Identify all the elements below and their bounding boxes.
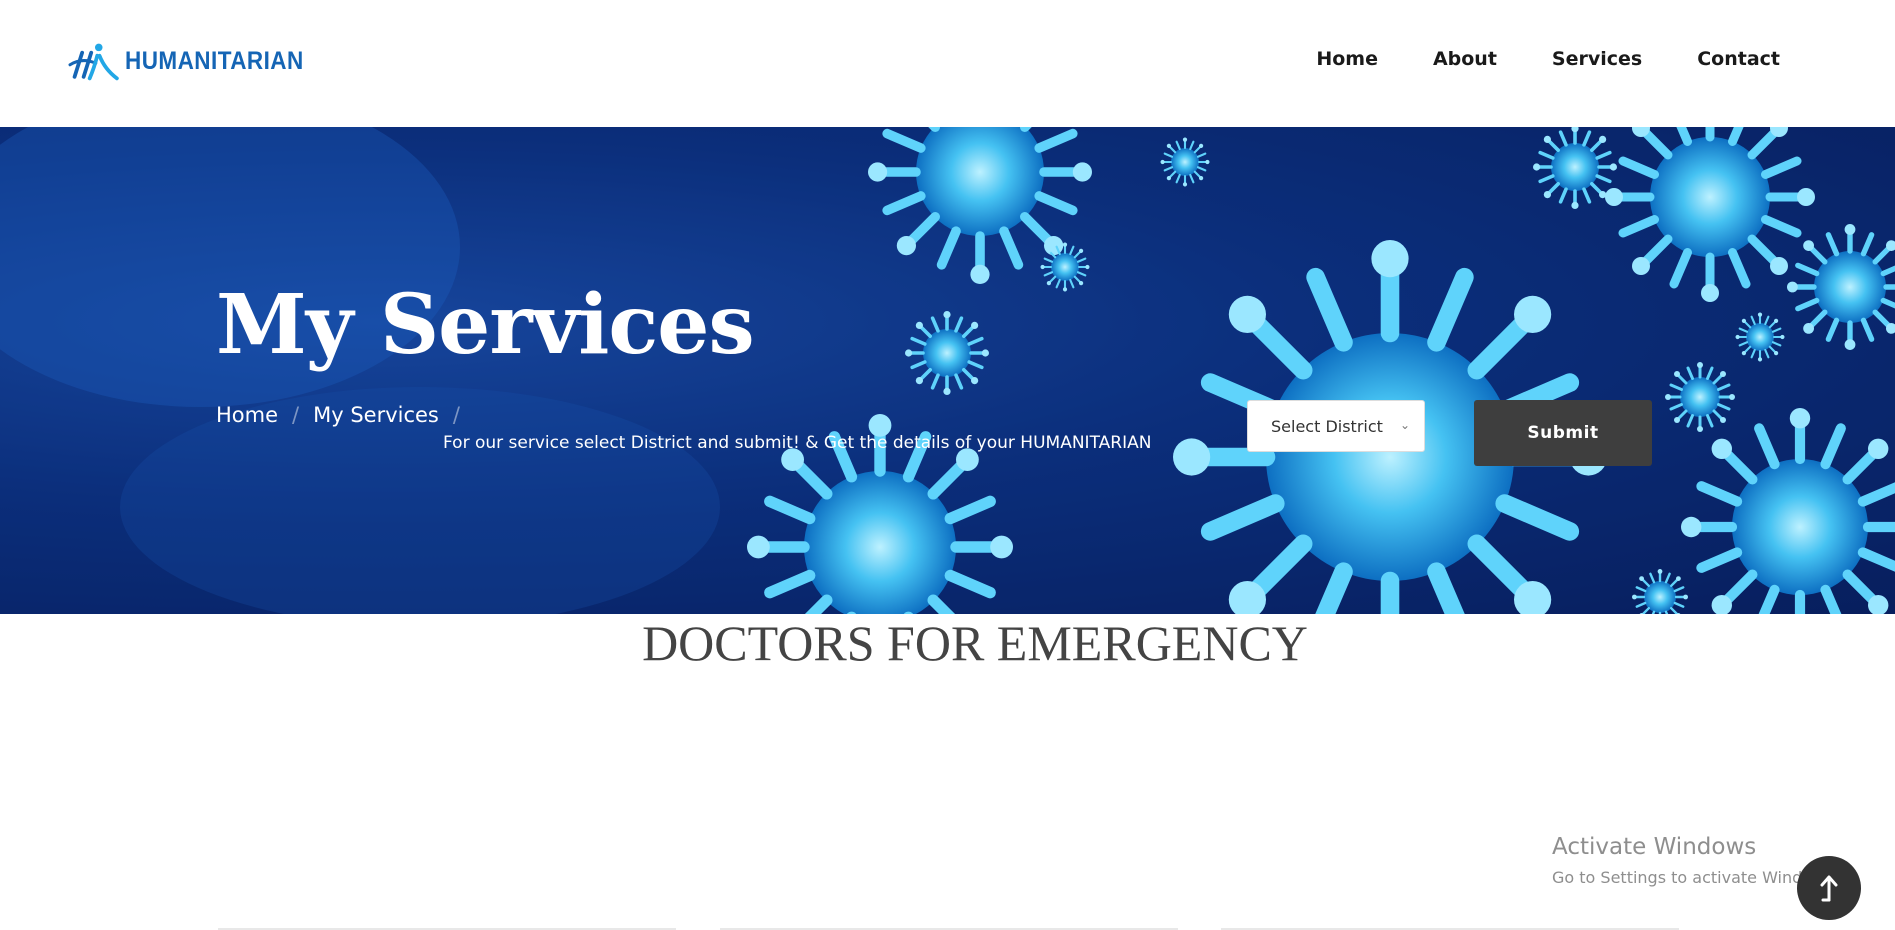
- district-select[interactable]: Select District ⌄: [1247, 400, 1425, 452]
- page-title: My Services: [216, 277, 755, 373]
- breadcrumb: Home / My Services /: [216, 403, 474, 427]
- service-hint-text: For our service select District and subm…: [443, 433, 1152, 453]
- hero-banner: My Services Home / My Services / For our…: [0, 127, 1895, 614]
- activate-windows-watermark: Activate Windows Go to Settings to activ…: [1552, 834, 1839, 887]
- nav-item-contact[interactable]: Contact: [1697, 48, 1780, 70]
- breadcrumb-separator: /: [292, 403, 300, 427]
- breadcrumb-current: My Services: [313, 403, 439, 427]
- watermark-line1: Activate Windows: [1552, 834, 1757, 860]
- watermark-line2: Go to Settings to activate Windows.: [1552, 868, 1839, 887]
- nav-item-home[interactable]: Home: [1316, 48, 1378, 70]
- section-title: DOCTORS FOR EMERGENCY: [0, 614, 1895, 672]
- brand-logo[interactable]: HUMANITARIAN: [64, 34, 324, 88]
- section-title-text: DOCTORS FOR EMERGENCY: [642, 615, 1308, 671]
- chevron-down-icon: ⌄: [1399, 418, 1410, 432]
- main-nav: Home About Services Contact: [1316, 48, 1780, 70]
- district-select-value: Select District: [1271, 416, 1383, 436]
- scroll-to-top-button[interactable]: [1797, 856, 1861, 920]
- submit-button[interactable]: Submit: [1474, 400, 1652, 466]
- nav-item-services[interactable]: Services: [1552, 48, 1642, 70]
- site-header: HUMANITARIAN Home About Services Contact: [0, 0, 1895, 127]
- humanitarian-logo-icon: [68, 43, 119, 81]
- nav-item-about[interactable]: About: [1433, 48, 1497, 70]
- arrow-up-icon: [1820, 875, 1838, 902]
- breadcrumb-separator: /: [452, 403, 460, 427]
- breadcrumb-home-link[interactable]: Home: [216, 403, 278, 427]
- brand-name: HUMANITARIAN: [125, 46, 305, 75]
